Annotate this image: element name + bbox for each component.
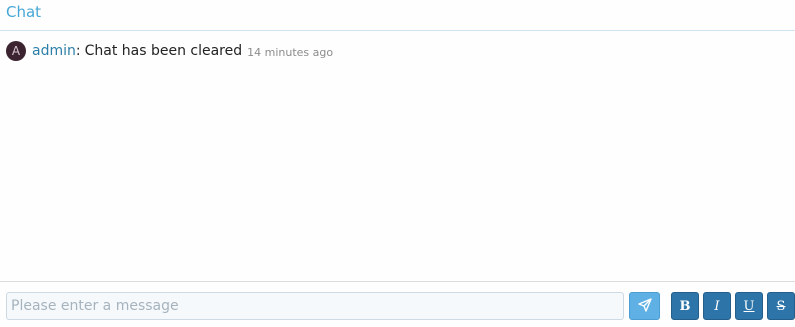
message-item: A admin : Chat has been cleared 14 minut… xyxy=(6,40,333,62)
paper-plane-icon xyxy=(637,297,652,316)
message-list: A admin : Chat has been cleared 14 minut… xyxy=(0,31,795,281)
message-separator: : xyxy=(75,43,81,59)
message-input[interactable] xyxy=(6,292,624,320)
italic-button[interactable]: I xyxy=(703,292,731,320)
user-avatar[interactable]: A xyxy=(6,41,26,61)
send-button[interactable] xyxy=(629,292,660,320)
message-text: Chat has been cleared xyxy=(84,43,243,59)
message-composer: B I U S xyxy=(0,281,795,327)
strikethrough-button[interactable]: S xyxy=(767,292,795,320)
bold-button[interactable]: B xyxy=(671,292,699,320)
message-username[interactable]: admin xyxy=(32,43,76,59)
underline-button[interactable]: U xyxy=(735,292,763,320)
chat-header: Chat xyxy=(0,0,795,31)
chat-panel: Chat A admin : Chat has been cleared 14 … xyxy=(0,0,795,327)
chat-title: Chat xyxy=(6,3,42,21)
message-timestamp: 14 minutes ago xyxy=(247,45,334,59)
